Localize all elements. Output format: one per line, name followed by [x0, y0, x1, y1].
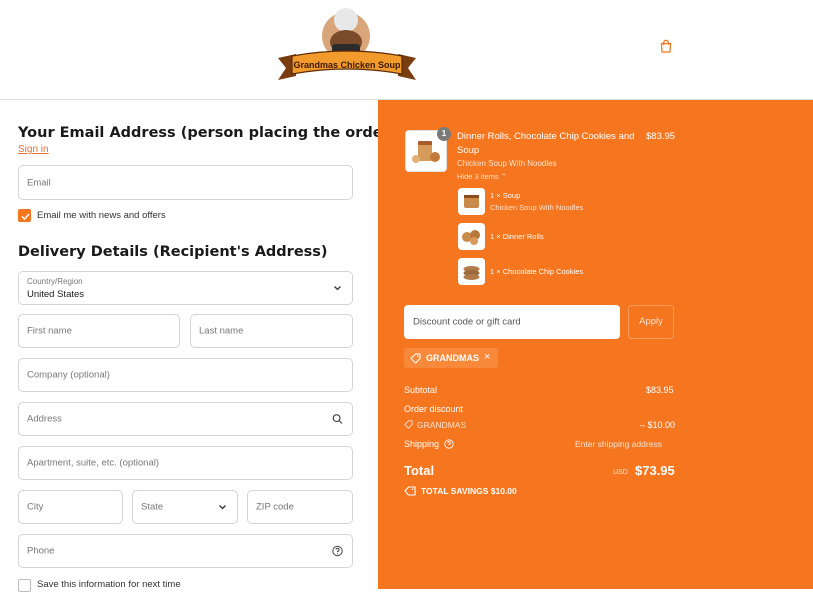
order-summary: [378, 100, 813, 589]
chevron-down-icon: [219, 505, 226, 510]
bundle-item-label: 1 × Chocolate Chip Cookies: [490, 267, 584, 276]
state-placeholder: State: [141, 501, 164, 513]
subtotal-label: Subtotal: [404, 385, 438, 395]
city-placeholder: City: [27, 501, 44, 513]
email-field[interactable]: Email: [18, 165, 353, 200]
email-heading: Your Email Address (person placing the o…: [18, 125, 397, 141]
zip-field[interactable]: ZIP code: [247, 490, 353, 524]
total-savings: TOTAL SAVINGS $10.00: [421, 486, 517, 496]
shipping-label: Shipping: [404, 439, 440, 449]
state-select[interactable]: State: [132, 490, 238, 524]
address-placeholder: Address: [27, 413, 62, 425]
help-circle-icon[interactable]: [444, 439, 454, 449]
save-info-checkbox[interactable]: [18, 579, 31, 592]
apply-button[interactable]: Apply: [628, 305, 674, 339]
product-title-line1: Dinner Rolls, Chocolate Chip Cookies and: [457, 131, 635, 142]
last-name-placeholder: Last name: [199, 325, 244, 337]
header: Grandmas Chicken Soup: [0, 0, 813, 100]
bundle-item-label: 1 × Dinner Rolls: [490, 232, 544, 241]
hide-items-toggle[interactable]: Hide 3 items ⌃: [457, 172, 507, 181]
cookies-icon: [458, 258, 485, 285]
product-variant: Chicken Soup With Noodles: [457, 159, 557, 168]
country-select[interactable]: Country/Region United States: [18, 271, 353, 305]
applied-code: GRANDMAS: [426, 353, 479, 363]
discount-code-input[interactable]: Discount code or gift card: [404, 305, 620, 339]
save-info-label: Save this information for next time: [37, 579, 181, 590]
first-name-field[interactable]: First name: [18, 314, 180, 348]
sign-in-link[interactable]: Sign in: [18, 144, 49, 155]
hide-items-label: Hide 3 items: [457, 172, 499, 181]
address-field[interactable]: Address: [18, 402, 353, 436]
first-name-placeholder: First name: [27, 325, 72, 337]
brand-logo-text: Grandmas Chicken Soup: [293, 60, 401, 70]
product-title-line2: Soup: [457, 145, 480, 156]
savings-tag-icon: [404, 486, 416, 496]
brand-logo[interactable]: Grandmas Chicken Soup: [276, 6, 418, 88]
country-label: Country/Region: [27, 277, 83, 286]
order-discount-label: Order discount: [404, 404, 464, 414]
total-label: Total: [404, 463, 435, 478]
country-value: United States: [27, 289, 85, 300]
quantity-badge: 1: [437, 127, 451, 141]
discount-placeholder: Discount code or gift card: [413, 316, 521, 328]
bundle-item-thumbnail: [458, 188, 485, 215]
dinner-rolls-icon: [458, 223, 485, 250]
apartment-field[interactable]: Apartment, suite, etc. (optional): [18, 446, 353, 480]
bundle-item-label: 1 × Soup: [490, 191, 521, 200]
email-placeholder: Email: [27, 177, 51, 188]
delivery-heading: Delivery Details (Recipient's Address): [18, 244, 328, 260]
chevron-up-icon: ⌃: [500, 172, 508, 181]
newsletter-checkbox[interactable]: [18, 209, 31, 222]
applied-discount-tag: GRANDMAS ×: [404, 348, 498, 368]
last-name-field[interactable]: Last name: [190, 314, 353, 348]
company-placeholder: Company (optional): [27, 369, 110, 381]
product-price: $83.95: [646, 131, 676, 142]
bundle-item-thumbnail: [458, 223, 485, 250]
checkmark-icon: [21, 213, 30, 221]
total-value: $73.95: [635, 463, 675, 478]
discount-value: – $10.00: [640, 420, 676, 430]
company-field[interactable]: Company (optional): [18, 358, 353, 392]
total-currency: USD: [613, 469, 628, 476]
discount-code-label: GRANDMAS: [417, 420, 467, 430]
bundle-item-variant: Chicken Soup With Noodles: [490, 203, 584, 212]
soup-icon: [458, 188, 485, 215]
tag-icon: [404, 420, 413, 429]
search-icon[interactable]: [332, 414, 343, 425]
shopping-bag-icon[interactable]: [659, 39, 673, 53]
tag-icon: [410, 353, 421, 364]
zip-placeholder: ZIP code: [256, 501, 294, 513]
city-field[interactable]: City: [18, 490, 123, 524]
help-circle-icon[interactable]: [332, 545, 343, 557]
newsletter-label: Email me with news and offers: [37, 210, 166, 221]
subtotal-value: $83.95: [646, 385, 674, 395]
phone-placeholder: Phone: [27, 545, 55, 557]
apartment-placeholder: Apartment, suite, etc. (optional): [27, 457, 160, 469]
remove-discount-icon[interactable]: ×: [484, 351, 490, 363]
chevron-down-icon: [334, 286, 341, 291]
bundle-item-thumbnail: [458, 258, 485, 285]
phone-field[interactable]: Phone: [18, 534, 353, 568]
shipping-value: Enter shipping address: [575, 439, 662, 449]
